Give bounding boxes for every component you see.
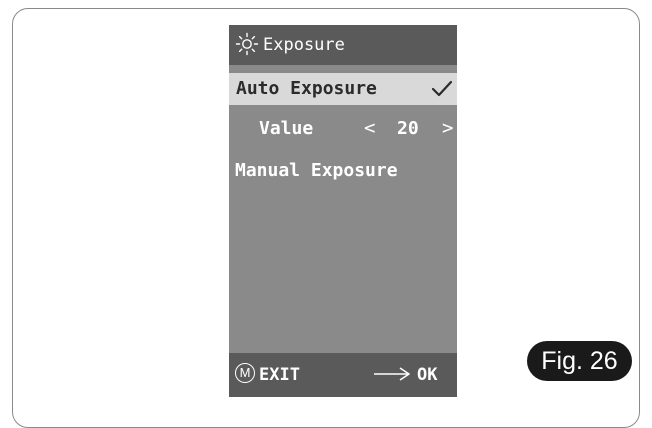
auto-exposure-label: Auto Exposure [236,78,377,99]
sun-icon [235,32,259,56]
manual-exposure-label: Manual Exposure [235,160,398,181]
value-label: Value [259,118,314,139]
manual-exposure-option[interactable]: Manual Exposure [229,155,457,187]
auto-exposure-option[interactable]: Auto Exposure [229,73,457,105]
exit-button[interactable]: EXIT [259,365,300,385]
exposure-value-row[interactable]: Value < 20 > [229,113,457,145]
arrow-right-icon [374,367,410,381]
menu-footer: M EXIT OK [229,353,457,397]
exposure-value: 20 [397,118,419,139]
figure-label: Fig. 26 [527,341,632,381]
increase-value-button[interactable]: > [442,117,453,139]
menu-title: Exposure [263,35,345,55]
exposure-menu-screen: Exposure Auto Exposure Value < 20 > Manu… [229,25,457,397]
menu-title-bar: Exposure [229,25,457,65]
m-button-icon[interactable]: M [235,363,255,383]
decrease-value-button[interactable]: < [364,117,375,139]
check-icon [431,80,453,97]
ok-button[interactable]: OK [417,365,437,385]
